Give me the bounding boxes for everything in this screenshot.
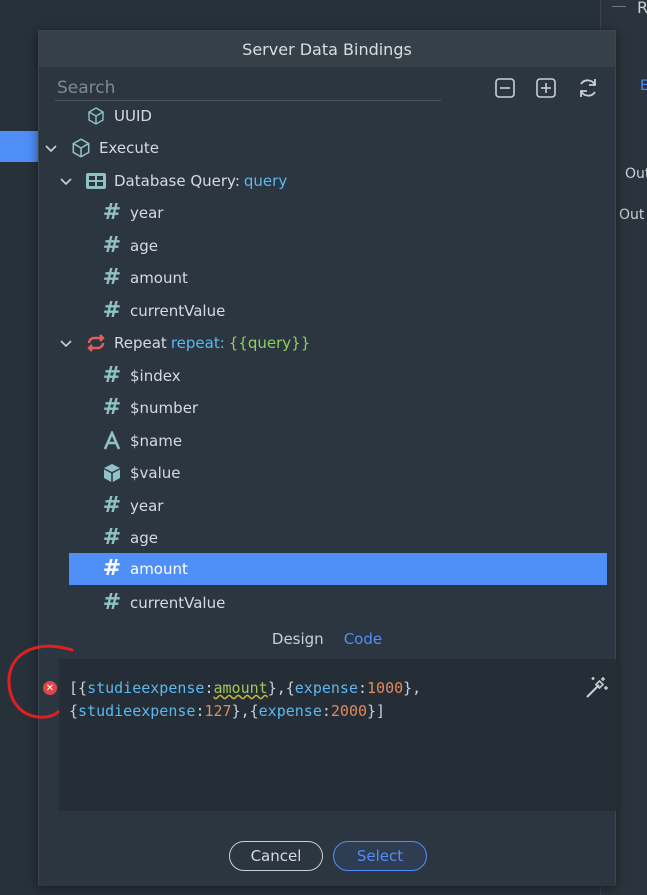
- server-data-bindings-dialog: Server Data Bindings UUID: [38, 30, 617, 886]
- tree-item-repeat-currentvalue[interactable]: # currentValue: [39, 587, 607, 617]
- hash-icon: #: [102, 493, 122, 518]
- chevron-down-icon[interactable]: [58, 173, 74, 189]
- tree-item-label: year: [130, 204, 164, 222]
- tree-item-currentvalue[interactable]: # currentValue: [39, 295, 607, 327]
- tree-item-label: amount: [130, 560, 188, 578]
- code-content[interactable]: [{studieexpense:amount},{expense:1000}, {…: [69, 677, 421, 723]
- tree-item-label: amount: [130, 269, 188, 287]
- chevron-down-icon[interactable]: [58, 335, 74, 351]
- tree-item-age[interactable]: # age: [39, 230, 607, 262]
- dialog-toolbar: [39, 67, 615, 105]
- dialog-footer: Cancel Select: [39, 811, 615, 886]
- query-name: query: [243, 172, 288, 190]
- plus-square-icon: [536, 78, 556, 98]
- tree-item-amount[interactable]: # amount: [39, 262, 607, 294]
- background-label-out-2: Out: [619, 207, 645, 223]
- collapse-all-button[interactable]: [492, 75, 518, 101]
- code-editor[interactable]: ✕ [{studieexpense:amount},{expense:1000}…: [39, 659, 617, 811]
- tree-item-execute[interactable]: Execute: [39, 132, 607, 164]
- object-cube-icon: [101, 462, 123, 484]
- tree-item-label: Database Query:: [114, 172, 240, 190]
- code-line-2: {studieexpense:127},{expense:2000}]: [69, 702, 386, 720]
- tree-item-repeat-year[interactable]: # year: [39, 490, 607, 522]
- tree-item-label: age: [130, 237, 158, 255]
- refresh-button[interactable]: [575, 75, 601, 101]
- tree-item-repeat-amount-selected[interactable]: # amount: [69, 553, 607, 585]
- repeat-binding: {{query}}: [228, 334, 311, 352]
- tree-item-name[interactable]: $name: [39, 425, 607, 457]
- tree-item-label: $name: [130, 432, 183, 450]
- hash-icon: #: [102, 363, 122, 388]
- select-button[interactable]: Select: [333, 841, 427, 871]
- cube-icon: [70, 137, 92, 159]
- refresh-icon: [580, 79, 596, 97]
- tree-item-label: currentValue: [130, 302, 226, 320]
- background-label-out-1: Out: [625, 166, 647, 182]
- cancel-button[interactable]: Cancel: [229, 841, 323, 871]
- error-icon[interactable]: ✕: [43, 681, 57, 695]
- hash-icon: #: [102, 556, 122, 581]
- tree-item-repeat[interactable]: Repeat repeat: {{query}}: [39, 327, 607, 359]
- tree-item-repeat-age[interactable]: # age: [39, 522, 607, 554]
- hash-icon: #: [102, 233, 122, 258]
- search-input[interactable]: [55, 75, 441, 101]
- tree-item-uuid[interactable]: UUID: [39, 105, 607, 132]
- tree-item-value[interactable]: $value: [39, 457, 607, 489]
- hash-icon: #: [102, 265, 122, 290]
- background-label-e: E: [640, 78, 647, 94]
- tree-item-label: currentValue: [130, 594, 226, 612]
- tree-item-label: age: [130, 529, 158, 547]
- repeat-icon: [85, 332, 107, 354]
- tree-item-label: Execute: [99, 139, 159, 157]
- tree-item-year[interactable]: # year: [39, 197, 607, 229]
- background-divider: [612, 6, 626, 7]
- tree-item-label: $index: [130, 367, 181, 385]
- tree-item-label: $number: [130, 399, 199, 417]
- hash-icon: #: [102, 395, 122, 420]
- hash-icon: #: [102, 525, 122, 550]
- cube-icon: [85, 105, 107, 127]
- tree-item-number[interactable]: # $number: [39, 392, 607, 424]
- background-selected-item: [0, 131, 38, 162]
- text-type-icon: [101, 430, 123, 452]
- repeat-name: repeat:: [170, 334, 225, 352]
- editor-tabs: Design Code: [39, 619, 615, 659]
- tree-item-label: year: [130, 497, 164, 515]
- tab-code[interactable]: Code: [344, 630, 382, 648]
- hash-icon: #: [102, 200, 122, 225]
- hash-icon: #: [102, 590, 122, 615]
- dialog-title: Server Data Bindings: [242, 39, 412, 59]
- tree-item-index[interactable]: # $index: [39, 360, 607, 392]
- background-label-r: R: [637, 0, 647, 17]
- expand-all-button[interactable]: [533, 75, 559, 101]
- tree-item-label: Repeat: [114, 334, 167, 352]
- minus-square-icon: [495, 78, 515, 98]
- magic-wand-icon: [586, 677, 608, 698]
- magic-wand-button[interactable]: [583, 675, 609, 701]
- table-icon: [85, 170, 107, 192]
- hash-icon: #: [102, 298, 122, 323]
- chevron-down-icon[interactable]: [43, 140, 59, 156]
- tree-item-label: $value: [130, 464, 181, 482]
- bindings-tree: UUID Execute Database Query: query # yea…: [39, 105, 607, 617]
- tree-item-label: UUID: [114, 107, 152, 125]
- tree-item-database-query[interactable]: Database Query: query: [39, 165, 607, 197]
- dialog-header: Server Data Bindings: [39, 31, 615, 67]
- tab-design[interactable]: Design: [272, 630, 324, 648]
- code-line-1: [{studieexpense:amount},{expense:1000},: [69, 679, 422, 697]
